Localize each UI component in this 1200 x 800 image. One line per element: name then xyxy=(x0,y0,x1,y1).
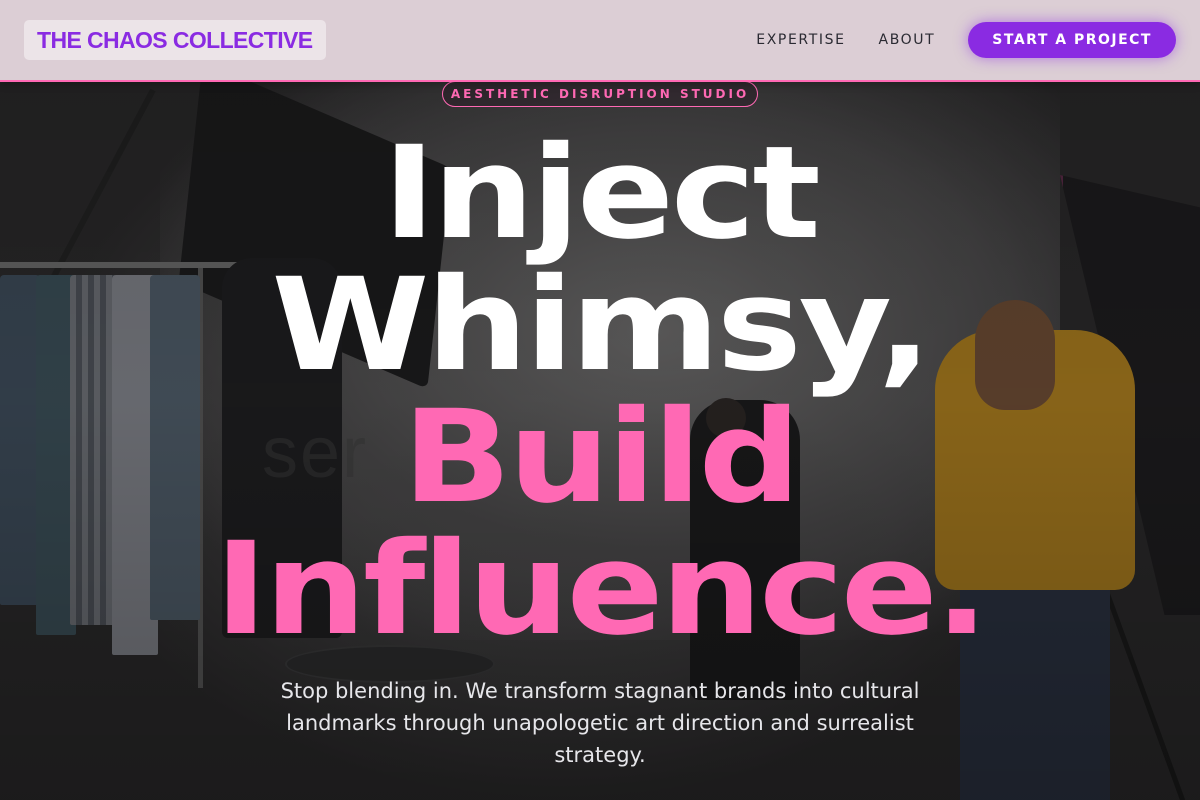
headline-line-3: Build xyxy=(402,383,801,532)
headline-line-2: Whimsy, xyxy=(271,251,932,400)
studio-tag-badge: AESTHETIC DISRUPTION STUDIO xyxy=(442,81,758,107)
site-header: THE CHAOS COLLECTIVE EXPERTISE ABOUT STA… xyxy=(0,0,1200,82)
headline-line-4: Influence. xyxy=(214,515,989,664)
site-logo[interactable]: THE CHAOS COLLECTIVE xyxy=(24,20,326,60)
studio-tag-label: AESTHETIC DISRUPTION STUDIO xyxy=(450,87,750,101)
hero-section: ser AESTHETIC DISRUPTION STUDIO Inject W… xyxy=(0,0,1200,800)
main-nav: EXPERTISE ABOUT START A PROJECT xyxy=(756,22,1176,58)
start-project-button[interactable]: START A PROJECT xyxy=(968,22,1176,58)
logo-text: THE CHAOS COLLECTIVE xyxy=(37,26,313,53)
nav-link-about[interactable]: ABOUT xyxy=(879,32,936,48)
hero-headline: Inject Whimsy, Build Influence. xyxy=(0,128,1200,656)
headline-line-1: Inject xyxy=(382,119,820,268)
hero-subtext: Stop blending in. We transform stagnant … xyxy=(280,679,920,767)
nav-link-expertise[interactable]: EXPERTISE xyxy=(756,32,845,48)
